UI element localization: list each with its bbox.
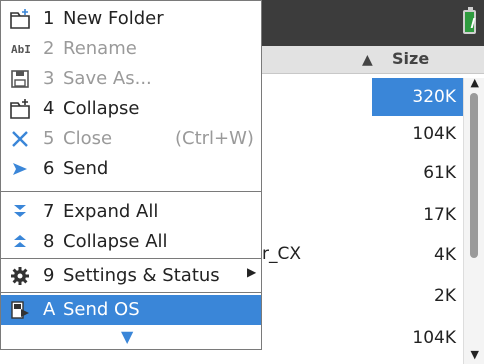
menu-item-send-os[interactable]: A Send OS	[1, 295, 261, 325]
menu-item-label: Close	[63, 128, 113, 149]
menu-item-shortcut: (Ctrl+W)	[175, 128, 254, 149]
new-folder-icon	[9, 8, 31, 30]
menu-item-key: A	[43, 299, 56, 320]
menu-item-save-as[interactable]: 3 Save As...	[1, 64, 261, 94]
gear-icon	[9, 265, 31, 287]
file-size-selected[interactable]: 320K	[372, 78, 464, 116]
scroll-down-arrow-icon[interactable]: ▼	[471, 348, 479, 361]
file-browser-screen: ▲ Size 320K 104K 61K 17K 4K 2K 104K r_CX…	[0, 0, 484, 364]
file-size[interactable]: 104K	[366, 328, 456, 348]
context-menu: 1 New Folder AbI 2 Rename 3 Save As... 4…	[0, 0, 262, 350]
file-size[interactable]: 61K	[366, 163, 456, 183]
menu-item-collapse-all[interactable]: 8 Collapse All	[1, 227, 261, 257]
menu-item-new-folder[interactable]: 1 New Folder	[1, 4, 261, 34]
menu-item-send[interactable]: 6 Send	[1, 154, 261, 184]
submenu-arrow-icon: ▶	[247, 265, 257, 279]
save-as-icon	[9, 68, 31, 90]
collapse-folder-icon	[9, 98, 31, 120]
menu-item-close[interactable]: 5 Close (Ctrl+W)	[1, 124, 261, 154]
menu-item-key: 7	[43, 201, 55, 222]
file-size[interactable]: 17K	[366, 205, 456, 225]
menu-item-label: Collapse	[63, 98, 140, 119]
menu-item-key: 2	[43, 38, 55, 59]
menu-item-label: Collapse All	[63, 231, 168, 252]
file-size[interactable]: 4K	[366, 245, 456, 265]
menu-item-key: 8	[43, 231, 55, 252]
menu-item-label: Rename	[63, 38, 137, 59]
menu-item-key: 6	[43, 158, 55, 179]
battery-icon	[463, 7, 476, 34]
menu-item-collapse[interactable]: 4 Collapse	[1, 94, 261, 124]
close-icon	[9, 128, 31, 150]
menu-item-rename[interactable]: AbI 2 Rename	[1, 34, 261, 64]
menu-separator	[1, 292, 261, 293]
scrollbar-thumb[interactable]	[470, 93, 478, 258]
file-size[interactable]: 2K	[366, 286, 456, 306]
menu-item-key: 4	[43, 98, 55, 119]
send-os-icon	[9, 299, 31, 321]
scroll-up-arrow-icon[interactable]: ▲	[471, 76, 479, 89]
menu-separator	[1, 258, 261, 259]
rename-icon: AbI	[11, 43, 31, 56]
menu-separator	[1, 191, 261, 192]
expand-all-icon	[9, 201, 31, 223]
send-icon	[9, 158, 31, 180]
menu-item-key: 3	[43, 68, 55, 89]
menu-item-key: 9	[43, 265, 55, 286]
menu-item-label: Settings & Status	[63, 265, 220, 286]
menu-item-label: Expand All	[63, 201, 159, 222]
collapse-all-icon	[9, 231, 31, 253]
menu-item-label: New Folder	[63, 8, 164, 29]
size-column-header[interactable]: Size	[392, 49, 429, 68]
menu-scroll-down-icon[interactable]: ▼	[121, 327, 133, 346]
menu-item-label: Save As...	[63, 68, 152, 89]
file-size[interactable]: 104K	[366, 124, 456, 144]
menu-item-label: Send OS	[63, 299, 140, 320]
menu-item-label: Send	[63, 158, 109, 179]
sort-ascending-icon[interactable]: ▲	[362, 52, 373, 68]
menu-item-key: 1	[43, 8, 55, 29]
menu-item-settings-status[interactable]: 9 Settings & Status ▶	[1, 261, 261, 291]
menu-item-key: 5	[43, 128, 55, 149]
menu-item-expand-all[interactable]: 7 Expand All	[1, 197, 261, 227]
file-name-partial[interactable]: r_CX	[262, 244, 301, 264]
